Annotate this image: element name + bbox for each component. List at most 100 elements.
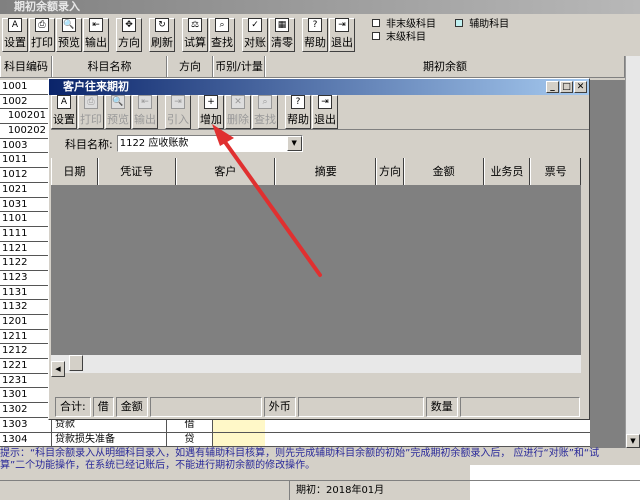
refresh-icon: ↻	[155, 18, 169, 32]
print-button[interactable]: ⎙ 打印	[29, 18, 55, 52]
account-code[interactable]: 1003	[0, 138, 48, 154]
clear-icon: ▦	[275, 18, 289, 32]
exit-icon: ⇥	[335, 18, 349, 32]
status-period: 期初：2018年01月	[296, 485, 385, 496]
account-code[interactable]: 1012	[0, 168, 48, 183]
balance-icon: ⚖	[188, 18, 202, 32]
row-direction: 借	[167, 418, 213, 432]
legend-leaf: 末级科目	[386, 32, 426, 43]
main-toolbar: A 设置 ⎙ 打印 🔍 预览 ⇤ 输出 ✥ 方向 ↻ 刷新 ⚖ 试算 ⌕ 查找 ✓ 对账 ▦ 清零 ? 帮助 ⇥ 退出	[2, 16, 356, 52]
setup-button[interactable]: A 设置	[51, 95, 77, 129]
button-label: 引入	[167, 113, 189, 126]
account-code[interactable]: 1211	[0, 329, 48, 345]
col-opening-balance[interactable]: 期初余额	[265, 56, 625, 77]
account-code[interactable]: 100202	[0, 124, 48, 139]
total-qty-value	[459, 397, 580, 417]
subject-label: 科目名称:	[65, 137, 113, 151]
account-code[interactable]: 1201	[0, 315, 48, 330]
button-label: 查找	[211, 36, 233, 49]
detail-col[interactable]: 方向	[376, 158, 404, 185]
horizontal-scrollbar[interactable]: ◀	[51, 355, 581, 377]
account-code[interactable]: 1302	[0, 403, 48, 418]
account-code[interactable]: 1131	[0, 285, 48, 301]
button-label: 输出	[134, 113, 156, 126]
detail-col[interactable]: 业务员	[483, 158, 531, 185]
detail-col[interactable]: 票号	[530, 158, 581, 185]
row-code: 1303	[0, 418, 52, 432]
account-code[interactable]: 1021	[0, 182, 48, 198]
status-bar: 期初：2018年01月	[0, 480, 640, 500]
col-code[interactable]: 科目编码	[0, 56, 52, 77]
button-label: 方向	[118, 36, 140, 49]
preview-button[interactable]: 🔍 预览	[56, 18, 82, 52]
row-direction: 贷	[167, 432, 213, 447]
find-button[interactable]: ⌕ 查找	[209, 18, 235, 52]
right-gray-area	[590, 80, 625, 448]
vertical-scrollbar[interactable]: ▼	[625, 56, 640, 448]
button-label: 对账	[244, 36, 266, 49]
account-code[interactable]: 1132	[0, 300, 48, 315]
scroll-down-button[interactable]: ▼	[626, 434, 640, 448]
row-currency[interactable]	[213, 432, 265, 447]
import-icon: ⇥	[171, 95, 185, 109]
button-label: 设置	[4, 36, 26, 49]
button-label: 设置	[53, 113, 75, 126]
row-currency[interactable]	[213, 418, 265, 432]
col-name[interactable]: 科目名称	[52, 56, 167, 77]
detail-col[interactable]: 日期	[51, 158, 98, 185]
export-button[interactable]: ⇤ 输出	[83, 18, 109, 52]
close-button[interactable]: ✕	[574, 81, 587, 93]
total-foreign-label: 外币	[263, 397, 296, 417]
table-row[interactable]: 1303 贷款借	[0, 418, 590, 433]
account-code[interactable]: 1011	[0, 153, 48, 169]
import-button[interactable]: ⇥ 引入	[165, 95, 191, 129]
detail-col[interactable]: 金额	[403, 158, 484, 185]
col-direction[interactable]: 方向	[167, 56, 213, 77]
account-code[interactable]: 100201	[0, 109, 48, 125]
table-row[interactable]: 1304 贷款损失准备贷	[0, 432, 590, 448]
print-icon: ⎙	[84, 95, 98, 109]
print-icon: ⎙	[35, 18, 49, 32]
detail-col[interactable]: 凭证号	[97, 158, 176, 185]
button-label: 打印	[31, 36, 53, 49]
account-code[interactable]: 1111	[0, 226, 48, 242]
col-currency[interactable]: 币别/计量	[213, 56, 265, 77]
account-code[interactable]: 1121	[0, 241, 48, 257]
exit-button[interactable]: ⇥ 退出	[329, 18, 355, 52]
help-icon: ?	[291, 95, 305, 109]
button-label: 打印	[80, 113, 102, 126]
account-code[interactable]: 1001	[0, 80, 48, 95]
account-code[interactable]: 1123	[0, 270, 48, 286]
account-code[interactable]: 1221	[0, 359, 48, 374]
print-button[interactable]: ⎙ 打印	[78, 95, 104, 129]
preview-button[interactable]: 🔍 预览	[105, 95, 131, 129]
account-code[interactable]: 1212	[0, 344, 48, 360]
export-button[interactable]: ⇤ 输出	[132, 95, 158, 129]
scroll-thumb[interactable]	[68, 355, 83, 371]
button-label: 预览	[107, 113, 129, 126]
total-amount-label: 金额	[115, 397, 148, 417]
account-code[interactable]: 1301	[0, 388, 48, 404]
button-label: 输出	[85, 36, 107, 49]
help-button[interactable]: ? 帮助	[302, 18, 328, 52]
account-code[interactable]: 1031	[0, 197, 48, 213]
scroll-left-button[interactable]: ◀	[51, 361, 65, 377]
account-code[interactable]: 1122	[0, 256, 48, 271]
find-icon: ⌕	[258, 95, 272, 109]
clear-button[interactable]: ▦ 清零	[269, 18, 295, 52]
reconcile-button[interactable]: ✓ 对账	[242, 18, 268, 52]
balance-button[interactable]: ⚖ 试算	[182, 18, 208, 52]
account-rows: 1303 贷款借 1304 贷款损失准备贷	[0, 418, 590, 448]
setup-button[interactable]: A 设置	[2, 18, 28, 52]
account-code[interactable]: 1002	[0, 94, 48, 110]
direction-button[interactable]: ✥ 方向	[116, 18, 142, 52]
row-code: 1304	[0, 432, 52, 447]
minimize-button[interactable]: _	[546, 81, 559, 93]
preview-icon: 🔍	[62, 18, 76, 32]
delete-icon: ✕	[231, 95, 245, 109]
refresh-button[interactable]: ↻ 刷新	[149, 18, 175, 52]
aux-swatch	[455, 19, 464, 27]
account-code[interactable]: 1231	[0, 373, 48, 389]
account-code[interactable]: 1101	[0, 212, 48, 227]
maximize-button[interactable]: □	[560, 81, 573, 93]
